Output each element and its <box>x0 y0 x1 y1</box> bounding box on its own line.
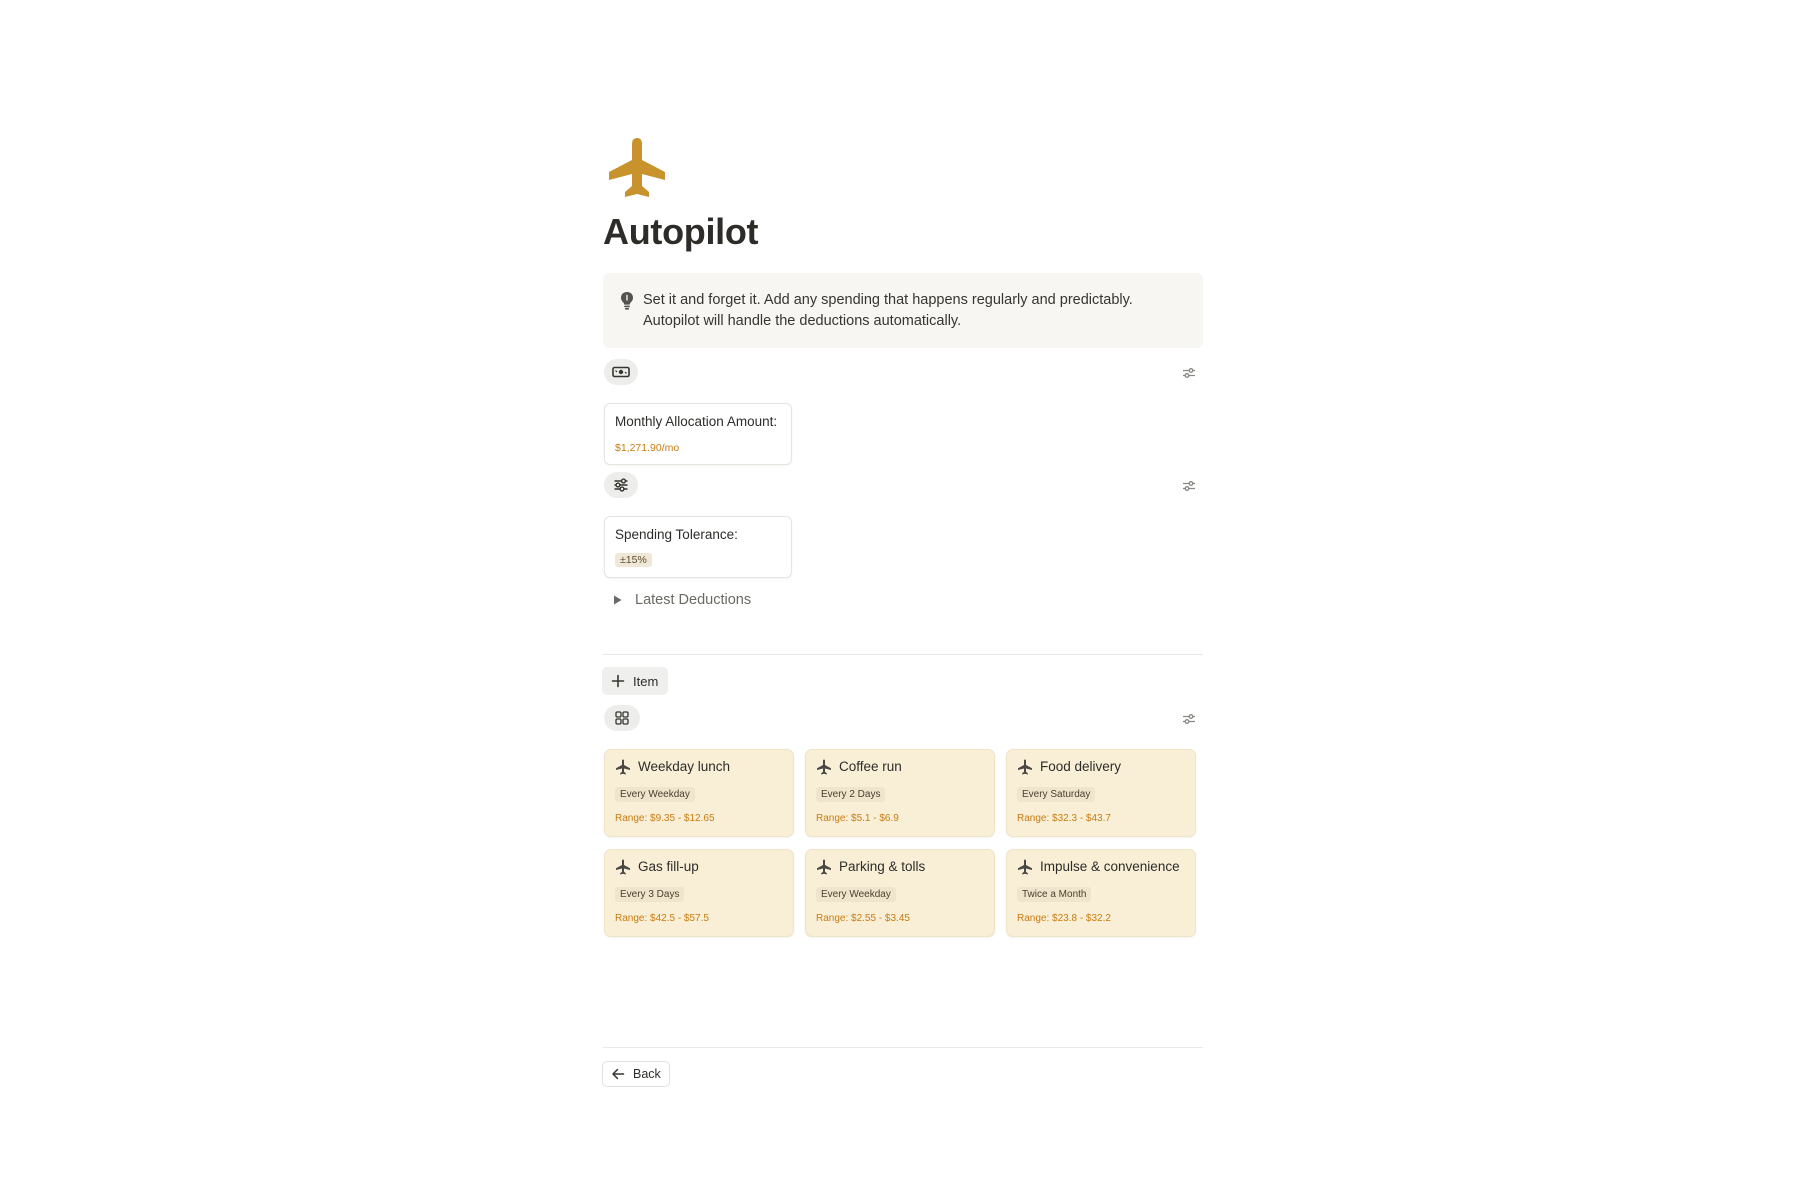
back-button[interactable]: Back <box>602 1061 670 1087</box>
frequency-badge: Every Saturday <box>1017 787 1096 802</box>
tolerance-label: Spending Tolerance: <box>615 527 738 542</box>
gallery-card[interactable]: Coffee run Every 2 Days Range: $5.1 - $6… <box>805 749 995 837</box>
gallery-card-title: Impulse & convenience <box>1040 859 1180 874</box>
gallery-view-settings-button[interactable] <box>1178 708 1200 730</box>
allocation-value: $1,271.90/mo <box>615 442 680 454</box>
callout: Set it and forget it. Add any spending t… <box>603 273 1203 348</box>
arrow-left-icon <box>612 1068 625 1080</box>
sliders-icon <box>614 478 628 492</box>
allocation-view-settings-button[interactable] <box>1178 362 1200 384</box>
frequency-badge: Twice a Month <box>1017 887 1092 902</box>
airplane-icon <box>1018 759 1032 775</box>
add-item-button[interactable]: Item <box>602 667 668 695</box>
latest-deductions-toggle[interactable]: Latest Deductions <box>609 589 751 611</box>
frequency-badge: Every 3 Days <box>615 887 685 902</box>
airplane-icon <box>1018 859 1032 875</box>
toggle-label: Latest Deductions <box>635 592 752 608</box>
gallery-card[interactable]: Food delivery Every Saturday Range: $32.… <box>1006 749 1196 837</box>
airplane-icon[interactable] <box>607 136 667 198</box>
gallery-view-tab[interactable] <box>604 705 640 731</box>
range-text: Range: $42.5 - $57.5 <box>615 913 709 924</box>
callout-text: Set it and forget it. Add any spending t… <box>643 292 1133 329</box>
sliders-icon <box>1183 368 1195 378</box>
gallery-card-title: Parking & tolls <box>839 859 926 874</box>
range-text: Range: $5.1 - $6.9 <box>816 813 899 824</box>
tolerance-view-tab[interactable] <box>604 472 638 498</box>
airplane-icon <box>817 759 831 775</box>
allocation-label: Monthly Allocation Amount: <box>615 414 778 429</box>
back-label: Back <box>633 1067 661 1081</box>
gallery-card[interactable]: Impulse & convenience Twice a Month Rang… <box>1006 849 1196 937</box>
gallery-card-title: Food delivery <box>1040 759 1122 774</box>
range-text: Range: $2.55 - $3.45 <box>816 913 910 924</box>
airplane-icon <box>817 859 831 875</box>
grid-icon <box>615 711 629 725</box>
range-text: Range: $9.35 - $12.65 <box>615 813 715 824</box>
allocation-card[interactable]: Monthly Allocation Amount: $1,271.90/mo <box>604 403 792 465</box>
gallery-card[interactable]: Parking & tolls Every Weekday Range: $2.… <box>805 849 995 937</box>
gallery-card-title: Weekday lunch <box>638 759 731 774</box>
sliders-icon <box>1183 714 1195 724</box>
gallery-card[interactable]: Gas fill-up Every 3 Days Range: $42.5 - … <box>604 849 794 937</box>
triangle-right-icon[interactable] <box>609 592 625 608</box>
airplane-icon <box>616 859 630 875</box>
tolerance-badge: ±15% <box>615 553 652 567</box>
plus-icon <box>611 674 625 688</box>
frequency-badge: Every Weekday <box>816 887 896 902</box>
gallery-card-title: Gas fill-up <box>638 859 699 874</box>
money-icon <box>612 366 630 378</box>
page-title[interactable]: Autopilot <box>603 208 759 256</box>
lightbulb-icon <box>621 292 633 310</box>
divider <box>603 654 1203 655</box>
gallery-card[interactable]: Weekday lunch Every Weekday Range: $9.35… <box>604 749 794 837</box>
tolerance-card[interactable]: Spending Tolerance: ±15% <box>604 516 792 578</box>
frequency-badge: Every 2 Days <box>816 787 886 802</box>
gallery-card-title: Coffee run <box>839 759 902 774</box>
airplane-icon <box>616 759 630 775</box>
add-item-label: Item <box>633 673 659 689</box>
frequency-badge: Every Weekday <box>615 787 695 802</box>
tolerance-view-settings-button[interactable] <box>1178 475 1200 497</box>
sliders-icon <box>1183 481 1195 491</box>
page-container: Autopilot Set it and forget it. Add any … <box>601 0 1203 1200</box>
range-text: Range: $32.3 - $43.7 <box>1017 813 1111 824</box>
allocation-view-tab[interactable] <box>604 359 638 385</box>
range-text: Range: $23.8 - $32.2 <box>1017 913 1111 924</box>
divider <box>603 1047 1203 1048</box>
